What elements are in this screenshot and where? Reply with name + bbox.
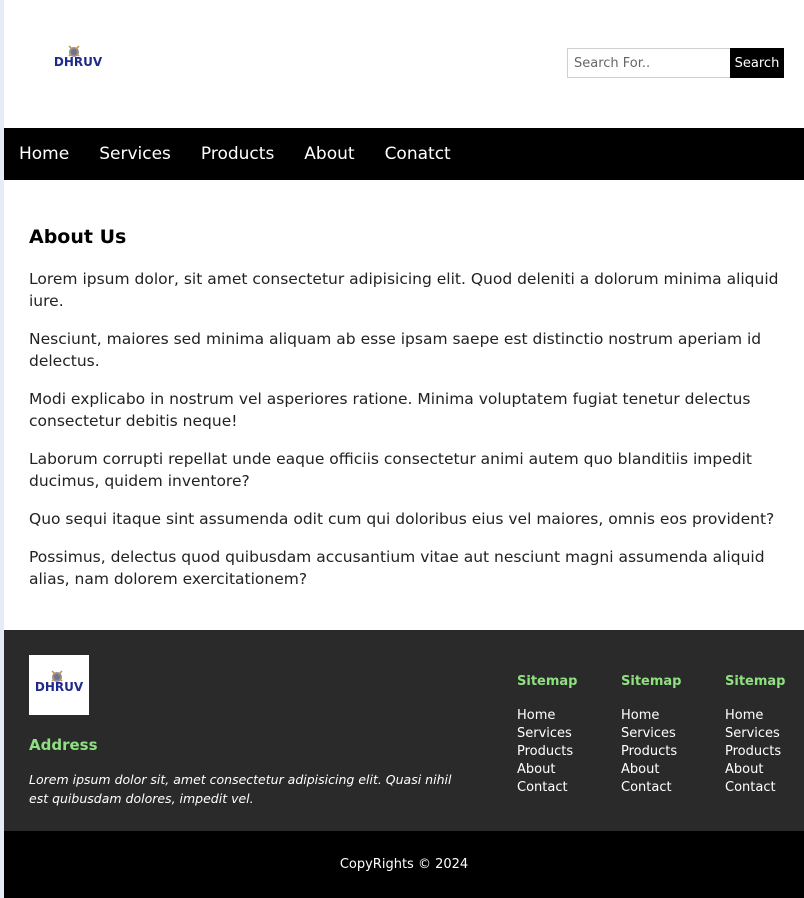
main-nav: Home Services Products About Conatct	[4, 128, 804, 180]
footer-link-about[interactable]: About	[621, 761, 711, 779]
search-input[interactable]	[567, 48, 730, 78]
footer-link-home[interactable]: Home	[621, 707, 711, 725]
sitemap-heading: Sitemap	[621, 674, 682, 689]
nav-item-services[interactable]: Services	[99, 144, 171, 164]
paragraph: Lorem ipsum dolor, sit amet consectetur …	[29, 270, 779, 310]
paragraph: Possimus, delectus quod quibusdam accusa…	[29, 548, 765, 588]
paragraph: Modi explicabo in nostrum vel asperiores…	[29, 390, 751, 430]
nav-item-products[interactable]: Products	[201, 144, 274, 164]
footer-link-products[interactable]: Products	[621, 743, 711, 761]
sitemap-heading: Sitemap	[517, 674, 578, 689]
site-logo[interactable]: DHRUV	[48, 44, 108, 74]
footer-logo[interactable]: DHRUV	[29, 655, 89, 715]
sitemap-column-3: Sitemap Home Services Products About Con…	[725, 674, 804, 797]
footer-link-contact[interactable]: Contact	[725, 779, 804, 797]
paragraph: Quo sequi itaque sint assumenda odit cum…	[29, 510, 775, 528]
footer-link-contact[interactable]: Contact	[517, 779, 607, 797]
footer-link-about[interactable]: About	[725, 761, 804, 779]
sitemap-column-2: Sitemap Home Services Products About Con…	[621, 674, 711, 797]
about-section: About Us Lorem ipsum dolor, sit amet con…	[29, 224, 789, 606]
page: DHRUV Search Home Services Products Abou…	[0, 0, 804, 898]
nav-item-home[interactable]: Home	[19, 144, 69, 164]
footer-link-products[interactable]: Products	[517, 743, 607, 761]
footer-link-products[interactable]: Products	[725, 743, 804, 761]
sitemap-heading: Sitemap	[725, 674, 786, 689]
footer-link-services[interactable]: Services	[725, 725, 804, 743]
site-header: DHRUV Search	[4, 0, 804, 128]
copyright-bar: CopyRights © 2024	[4, 831, 804, 898]
site-footer: DHRUV Address Lorem ipsum dolor sit, ame…	[4, 630, 804, 831]
dhruv-logo-icon: DHRUV	[54, 45, 103, 69]
footer-link-services[interactable]: Services	[621, 725, 711, 743]
footer-link-about[interactable]: About	[517, 761, 607, 779]
footer-link-home[interactable]: Home	[725, 707, 804, 725]
page-title: About Us	[29, 226, 127, 248]
footer-link-home[interactable]: Home	[517, 707, 607, 725]
search-form: Search	[567, 48, 784, 78]
nav-item-about[interactable]: About	[304, 144, 354, 164]
nav-item-contact[interactable]: Conatct	[385, 144, 451, 164]
footer-link-contact[interactable]: Contact	[621, 779, 711, 797]
paragraph: Laborum corrupti repellat unde eaque off…	[29, 450, 752, 490]
sitemap-column-1: Sitemap Home Services Products About Con…	[517, 674, 607, 797]
dhruv-logo-icon: DHRUV	[35, 670, 84, 694]
copyright-text: CopyRights © 2024	[339, 857, 469, 872]
address-heading: Address	[29, 736, 98, 754]
logo-text: DHRUV	[54, 55, 103, 69]
search-button[interactable]: Search	[730, 48, 784, 78]
paragraph: Nesciunt, maiores sed minima aliquam ab …	[29, 330, 762, 370]
address-text: Lorem ipsum dolor sit, amet consectetur …	[29, 772, 452, 806]
footer-link-services[interactable]: Services	[517, 725, 607, 743]
footer-logo-text: DHRUV	[35, 680, 84, 694]
